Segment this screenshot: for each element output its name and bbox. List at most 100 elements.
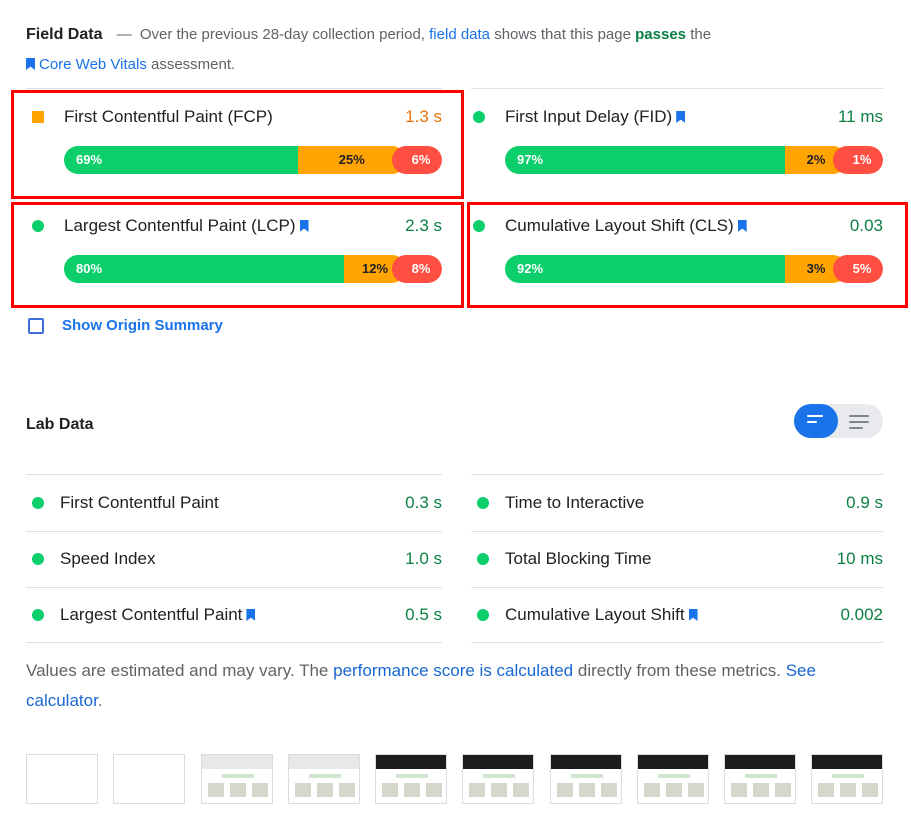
frame-header [463,755,533,769]
highlight-box [11,90,464,199]
good-status-icon [32,553,44,565]
frame-cards [644,783,704,797]
lab-metric-tbt: Total Blocking Time 10 ms [471,531,883,587]
metric-name-wrap: Largest Contentful Paint [60,587,256,643]
field-metric-fid: First Input Delay (FID) 11 ms 97% 2% 1% [471,88,883,198]
divider [26,88,442,89]
metric-value: 0.3 s [405,493,442,512]
lab-metric-lcp: Largest Contentful Paint 0.5 s [26,587,442,643]
frame-header [202,755,272,769]
divider [471,642,883,643]
metric-name: Cumulative Layout Shift [505,605,685,624]
note-text-1: Values are estimated and may vary. The [26,661,329,680]
filmstrip-frame [811,754,883,804]
needs-improvement-segment: 25% [297,146,406,174]
metric-value: 0.002 [840,605,883,624]
frame-cards [818,783,878,797]
field-desc-2: shows that this page [494,26,631,43]
origin-summary-checkbox[interactable] [28,318,44,334]
lab-metric-si: Speed Index 1.0 s [26,531,442,587]
frame-header [638,755,708,769]
frame-content [832,774,864,778]
frame-cards [295,783,355,797]
filmstrip-frame [724,754,796,804]
frame-cards [208,783,268,797]
bookmark-icon [688,609,698,621]
filmstrip-frame [462,754,534,804]
distribution-bar: 97% 2% 1% [505,146,883,174]
view-toggle[interactable] [794,404,883,438]
lab-metric-fcp: First Contentful Paint 0.3 s [26,475,442,531]
estimate-note: Values are estimated and may vary. The p… [26,656,886,716]
frame-content [396,774,428,778]
summary-lines-icon [807,415,823,427]
filmstrip-frame [113,754,185,804]
frame-content [222,774,254,778]
field-desc-1: Over the previous 28-day collection peri… [139,26,425,43]
frame-content [658,774,690,778]
filmstrip-frame [550,754,622,804]
filmstrip-frame [201,754,273,804]
good-status-icon [32,609,44,621]
frame-header [551,755,621,769]
frame-cards [382,783,442,797]
metric-name: Total Blocking Time [505,549,652,568]
core-web-vitals-link[interactable]: Core Web Vitals [26,56,147,73]
metric-name: First Input Delay (FID) [505,107,673,126]
filmstrip-frame [288,754,360,804]
field-data-title: Field Data [26,26,103,43]
core-web-vitals-link-label: Core Web Vitals [39,56,147,73]
bookmark-icon [26,58,35,70]
field-desc-4: assessment. [151,56,236,73]
good-status-icon [477,609,489,621]
divider [26,642,442,643]
dash: — [116,26,132,43]
frame-content [745,774,777,778]
good-status-icon [477,497,489,509]
metric-name-wrap: First Input Delay (FID) [505,102,686,132]
frame-cards [557,783,617,797]
bookmark-icon [676,111,686,123]
good-status-icon [32,497,44,509]
metric-name-wrap: Cumulative Layout Shift [505,587,698,643]
lab-metric-cls: Cumulative Layout Shift 0.002 [471,587,883,643]
metric-name: First Contentful Paint [60,493,219,512]
poor-segment: 6% [392,146,442,174]
detail-lines-icon[interactable] [849,415,869,433]
frame-header [725,755,795,769]
bookmark-icon [246,609,256,621]
frame-cards [469,783,529,797]
poor-segment: 5% [833,255,883,283]
metric-value: 10 ms [836,549,883,568]
metric-name: Speed Index [60,549,156,568]
metric-name: Time to Interactive [505,493,645,512]
field-data-header: Field Data — Over the previous 28-day co… [26,20,876,80]
frame-content [483,774,515,778]
note-text-2: directly from these metrics. [577,661,781,680]
summary-view-button[interactable] [794,404,838,438]
lab-data-title: Lab Data [26,416,94,433]
good-status-icon [473,111,485,123]
performance-score-link[interactable]: performance score is calculated [333,661,573,680]
good-status-icon [477,553,489,565]
metric-value: 0.9 s [846,493,883,512]
filmstrip-frame [26,754,98,804]
note-text-3: . [97,691,103,710]
frame-cards [731,783,791,797]
frame-content [309,774,341,778]
frame-header [812,755,882,769]
good-segment: 97% [505,146,785,174]
divider [471,88,883,89]
show-origin-summary-label[interactable]: Show Origin Summary [62,315,223,337]
frame-header [289,755,359,769]
field-data-link[interactable]: field data [429,26,490,43]
field-desc-3: the [690,26,712,43]
passes-label: passes [635,26,687,43]
frame-header [376,755,446,769]
metric-value: 11 ms [837,107,883,126]
poor-segment: 8% [392,255,442,283]
metric-value: 0.5 s [405,605,442,624]
metric-name: Largest Contentful Paint [60,605,243,624]
poor-segment: 1% [833,146,883,174]
metric-value: 1.0 s [405,549,442,568]
